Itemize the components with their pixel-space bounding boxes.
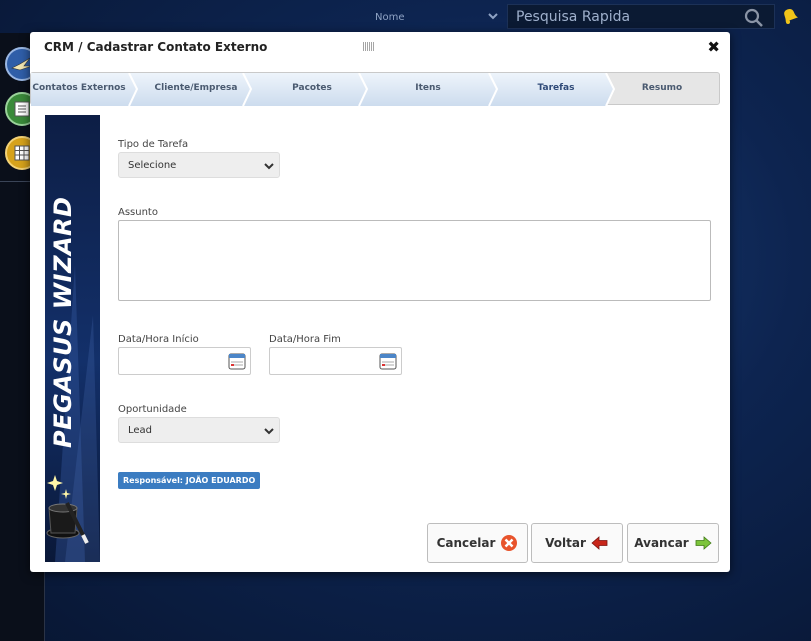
drag-handle[interactable]: |||||| [362, 42, 375, 52]
oportunidade-label: Oportunidade [118, 404, 187, 415]
step-contatos-externos[interactable]: Contatos Externos [31, 83, 127, 93]
tipo-tarefa-select[interactable]: Selecione [118, 152, 280, 178]
step-itens[interactable]: Itens [373, 83, 483, 93]
magic-hat-icon [46, 475, 89, 544]
tipo-tarefa-value: Selecione [128, 159, 177, 171]
bell-icon[interactable] [780, 6, 800, 26]
next-button-label: Avancar [634, 536, 689, 550]
list-icon [14, 101, 30, 117]
assunto-textarea[interactable] [118, 220, 711, 301]
quick-search-placeholder: Pesquisa Rapida [516, 8, 631, 25]
cancel-icon [501, 535, 518, 551]
search-field-select[interactable]: Nome [360, 5, 505, 29]
calendar-icon[interactable] [379, 352, 397, 370]
wizard-steps: Contatos Externos Cliente/Empresa Pacote… [30, 72, 720, 106]
step-pacotes[interactable]: Pacotes [257, 83, 367, 93]
next-button[interactable]: Avancar [627, 523, 719, 563]
quick-search-input[interactable]: Pesquisa Rapida [507, 4, 775, 29]
search-field-label: Nome [375, 11, 405, 23]
step-cliente-empresa[interactable]: Cliente/Empresa [141, 83, 251, 93]
arrow-left-icon [591, 536, 608, 550]
cancel-button[interactable]: Cancelar [427, 523, 528, 563]
data-inicio-input[interactable] [118, 347, 251, 375]
chevron-down-icon [264, 163, 274, 170]
tipo-tarefa-label: Tipo de Tarefa [118, 139, 189, 150]
oportunidade-select[interactable]: Lead [118, 417, 280, 443]
data-fim-label: Data/Hora Fim [269, 334, 341, 345]
oportunidade-value: Lead [128, 424, 153, 436]
step-tarefas[interactable]: Tarefas [501, 83, 611, 93]
data-inicio-label: Data/Hora Início [118, 334, 199, 345]
assunto-label: Assunto [118, 207, 158, 218]
dialog-title: CRM / Cadastrar Contato Externo [44, 40, 268, 54]
back-button[interactable]: Voltar [531, 523, 623, 563]
wizard-dialog: CRM / Cadastrar Contato Externo |||||| ✖… [30, 32, 730, 572]
back-button-label: Voltar [545, 536, 586, 550]
cancel-button-label: Cancelar [436, 536, 496, 550]
calendar-icon[interactable] [228, 352, 246, 370]
arrow-right-icon [695, 536, 712, 550]
chevron-down-icon [264, 428, 274, 435]
top-bar: Nome Pesquisa Rapida [0, 0, 811, 33]
close-icon[interactable]: ✖ [707, 38, 720, 56]
step-resumo[interactable]: Resumo [617, 83, 707, 93]
search-icon[interactable] [744, 8, 764, 28]
chevron-down-icon [488, 13, 498, 20]
data-fim-input[interactable] [269, 347, 402, 375]
responsavel-badge: Responsável: JOÃO EDUARDO [118, 472, 261, 489]
grid-icon [14, 145, 30, 161]
banner-title: PEGASUS WIZARD [49, 196, 77, 448]
wizard-banner: PEGASUS WIZARD [45, 115, 100, 562]
